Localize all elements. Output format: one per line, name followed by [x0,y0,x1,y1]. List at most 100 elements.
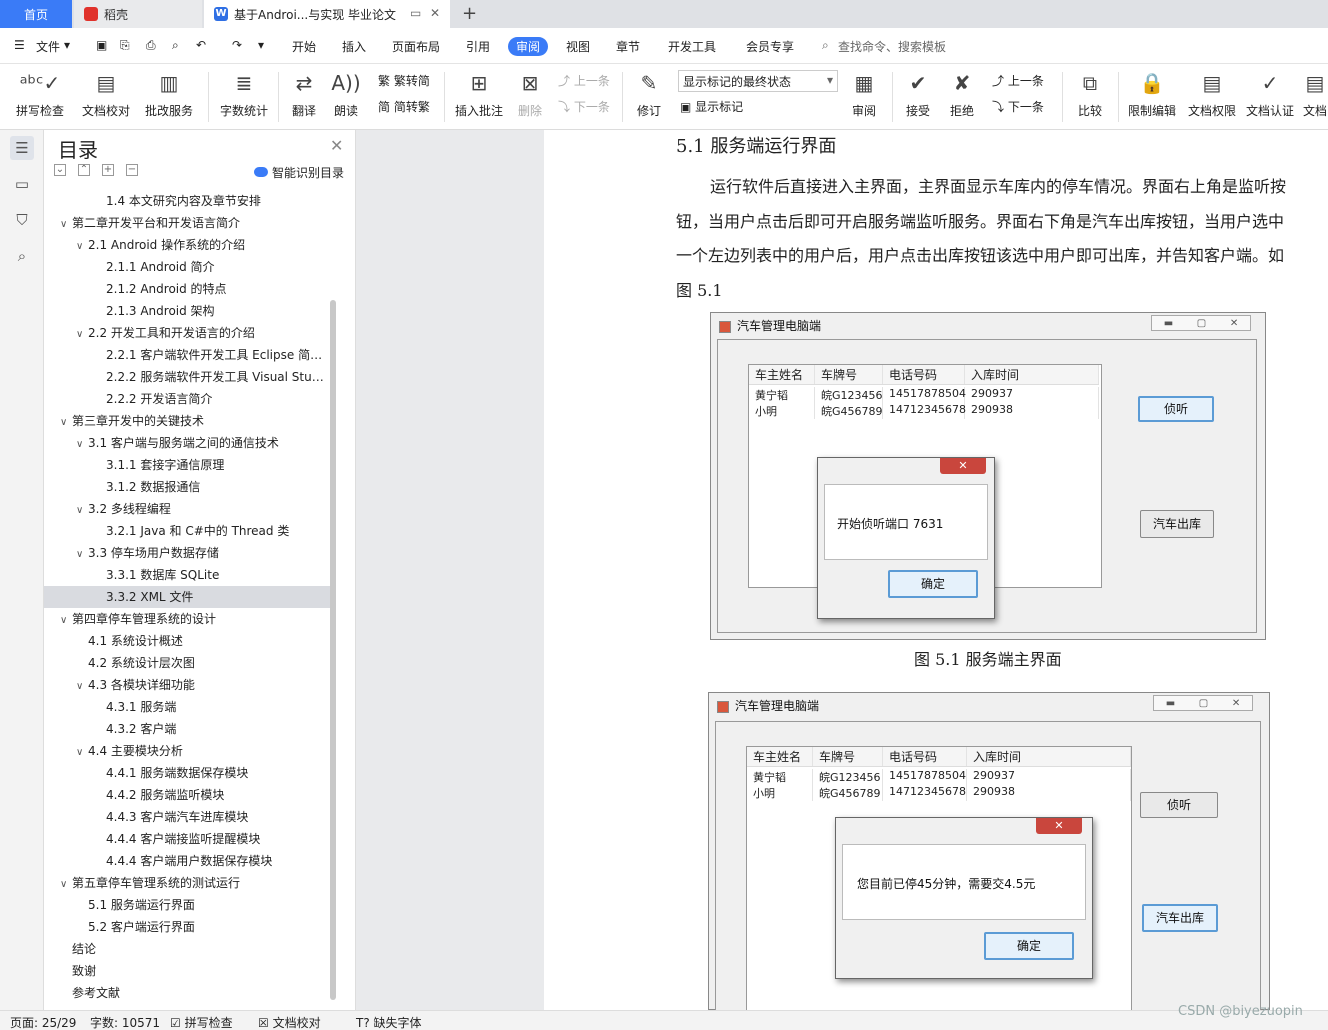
menu-icon[interactable]: ☰ [14,38,25,52]
new-tab-button[interactable]: + [462,3,477,24]
menu-insert[interactable]: 插入 [342,38,366,55]
doc-rights-button[interactable]: ▤ 文档权限 [1186,70,1238,119]
toc-item[interactable]: ∨ 4.4 主要模块分析 [44,740,330,762]
doc-certify-button[interactable]: ✓ 文档认证 [1244,70,1296,119]
missing-font-status[interactable]: T? 缺失字体 [356,1014,422,1030]
delete-comment-button[interactable]: ⊠ 删除 [510,70,550,119]
expand-icon[interactable]: ⌃ [78,164,90,176]
tab-close-icon[interactable]: ✕ [430,6,440,20]
page-indicator[interactable]: 页面: 25/29 [10,1014,76,1030]
show-marks-button[interactable]: ▣ 显示标记 [680,98,743,115]
toc-item[interactable]: ∨ 3.1 客户端与服务端之间的通信技术 [44,432,330,454]
toc-item[interactable]: 1.4 本文研究内容及章节安排 [44,190,330,212]
chevron-down-icon[interactable]: ∨ [60,610,72,630]
prev-change-button[interactable]: ⤴ 上一条 [992,72,1044,89]
save-icon[interactable]: ▣ [96,38,107,52]
menu-file[interactable]: 文件 [36,38,60,55]
toc-item[interactable]: 3.1.2 数据报通信 [44,476,330,498]
menu-start[interactable]: 开始 [292,38,316,55]
next-comment-button[interactable]: ⤵ 下一条 [558,98,610,115]
toc-item[interactable]: ∨ 第三章开发中的关键技术 [44,410,330,432]
prev-comment-button[interactable]: ⤴ 上一条 [558,72,610,89]
toc-item[interactable]: ∨ 2.1 Android 操作系统的介绍 [44,234,330,256]
toc-item[interactable]: 4.2 系统设计层次图 [44,652,330,674]
chevron-down-icon[interactable]: ∨ [76,676,88,696]
toc-item[interactable]: ∨ 第四章停车管理系统的设计 [44,608,330,630]
chevron-down-icon[interactable]: ∨ [76,434,88,454]
translate-button[interactable]: ⇄ 翻译 [286,70,322,119]
search-icon[interactable]: ⌕ [822,38,829,53]
add-icon[interactable]: + [102,164,114,176]
chevron-down-icon[interactable]: ▾ [64,38,70,52]
toc-item[interactable]: 结论 [44,938,330,960]
display-mode-select[interactable]: 显示标记的最终状态 ▾ [678,70,838,92]
toc-item[interactable]: 4.4.4 客户端接监听提醒模块 [44,828,330,850]
close-icon[interactable]: ✕ [330,136,343,155]
toc-item[interactable]: 5.1 服务端运行界面 [44,894,330,916]
tab-screen-icon[interactable]: ▭ [410,6,421,20]
toc-item[interactable]: 4.4.2 服务端监听模块 [44,784,330,806]
more-icon[interactable]: ▾ [258,38,264,52]
trad-to-simp-button[interactable]: 繁 繁转简 [378,72,430,89]
toc-item[interactable]: 4.4.3 客户端汽车进库模块 [44,806,330,828]
toc-item[interactable]: 3.1.1 套接字通信原理 [44,454,330,476]
word-count-button[interactable]: ≣ 字数统计 [218,70,270,119]
spell-check-status[interactable]: ☑ 拼写检查 [170,1014,233,1030]
doc-more-button[interactable]: ▤ 文档 [1302,70,1328,119]
collapse-icon[interactable]: ⌄ [54,164,66,176]
smart-toc-button[interactable]: 智能识别目录 [254,164,344,181]
toc-item[interactable]: 5.2 客户端运行界面 [44,916,330,938]
toc-item[interactable]: 4.3.2 客户端 [44,718,330,740]
restrict-edit-button[interactable]: 🔒 限制编辑 [1126,70,1178,119]
proof-status[interactable]: ☒ 文档校对 [258,1014,321,1030]
chevron-down-icon[interactable]: ∨ [60,412,72,432]
chevron-down-icon[interactable]: ∨ [60,214,72,234]
chevron-down-icon[interactable]: ∨ [76,324,88,344]
menu-view[interactable]: 视图 [566,38,590,55]
toc-item[interactable]: ∨ 第五章停车管理系统的测试运行 [44,872,330,894]
tab-daoke[interactable]: 稻壳 [74,0,202,28]
toc-item[interactable]: 致谢 [44,960,330,982]
menu-member[interactable]: 会员专享 [746,38,794,55]
compare-button[interactable]: ⧉ 比较 [1070,70,1110,119]
toc-item[interactable]: 2.1.2 Android 的特点 [44,278,330,300]
toc-item[interactable]: ∨ 4.3 各模块详细功能 [44,674,330,696]
preview-icon[interactable]: ⌕ [172,38,179,53]
undo-icon[interactable]: ↶ [196,38,206,52]
toc-icon[interactable]: ☰ [10,136,34,160]
toc-item[interactable]: ∨ 2.2 开发工具和开发语言的介绍 [44,322,330,344]
spell-check-button[interactable]: ᵃᵇᶜ✓ 拼写检查 [10,70,70,119]
chapter-icon[interactable]: ▭ [10,172,34,196]
review-pane-button[interactable]: ▦ 审阅 [846,70,882,119]
toc-item[interactable]: 4.3.1 服务端 [44,696,330,718]
toc-item[interactable]: 2.1.3 Android 架构 [44,300,330,322]
read-aloud-button[interactable]: A)) 朗读 [330,70,362,119]
toc-item[interactable]: ∨ 第二章开发平台和开发语言简介 [44,212,330,234]
body-paragraph[interactable]: 运行软件后直接进入主界面，主界面显示车库内的停车情况。界面右上角是监听按钮，当用… [676,170,1292,308]
toc-item[interactable]: 2.2.2 开发语言简介 [44,388,330,410]
toc-item[interactable]: 3.3.1 数据库 SQLite [44,564,330,586]
tab-home[interactable]: 首页 [0,0,72,28]
menu-devtools[interactable]: 开发工具 [668,38,716,55]
next-change-button[interactable]: ⤵ 下一条 [992,98,1044,115]
accept-button[interactable]: ✔ 接受 [900,70,936,119]
toc-item[interactable]: 4.4.1 服务端数据保存模块 [44,762,330,784]
toc-item[interactable]: ∨ 3.3 停车场用户数据存储 [44,542,330,564]
toc-item[interactable]: 4.1 系统设计概述 [44,630,330,652]
proofread-button[interactable]: ▤ 文档校对 [80,70,132,119]
chevron-down-icon[interactable]: ∨ [76,236,88,256]
print-icon[interactable]: ⎙ [146,38,156,53]
revise-button[interactable]: ✎ 修订 [630,70,668,119]
toc-item[interactable]: 2.1.1 Android 简介 [44,256,330,278]
batch-service-button[interactable]: ▥ 批改服务 [140,70,198,119]
redo-icon[interactable]: ↷ [232,38,242,52]
command-search[interactable]: 查找命令、搜索模板 [838,38,946,55]
menu-layout[interactable]: 页面布局 [392,38,440,55]
toc-item[interactable]: ∨ 3.2 多线程编程 [44,498,330,520]
simp-to-trad-button[interactable]: 简 简转繁 [378,98,430,115]
toc-item[interactable]: 2.2.1 客户端软件开发工具 Eclipse 简… [44,344,330,366]
reject-button[interactable]: ✘ 拒绝 [944,70,980,119]
menu-chapter[interactable]: 章节 [616,38,640,55]
chevron-down-icon[interactable]: ∨ [76,742,88,762]
chevron-down-icon[interactable]: ∨ [76,500,88,520]
